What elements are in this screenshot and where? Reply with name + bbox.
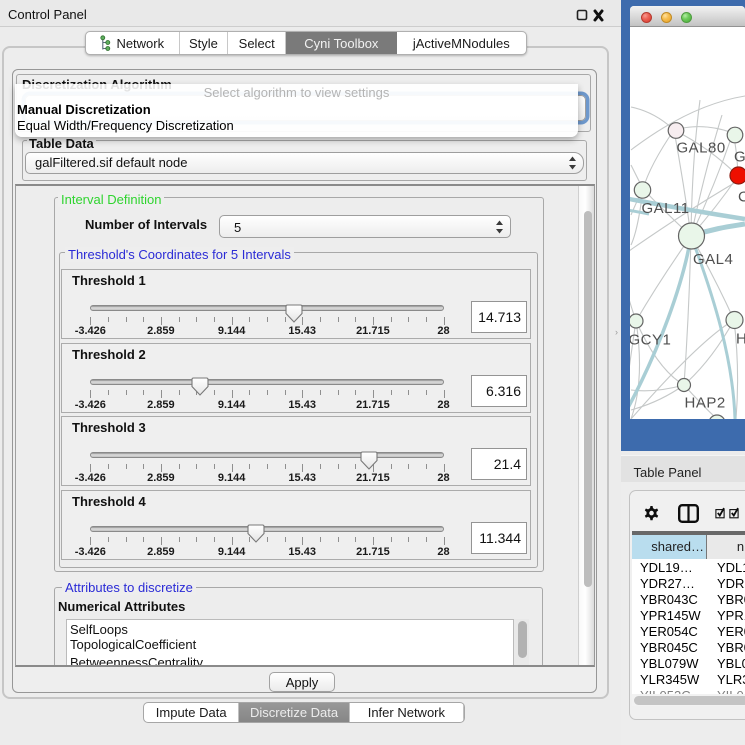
svg-text:H: H	[736, 331, 745, 348]
svg-text:C: C	[738, 189, 745, 206]
svg-text:GAL11: GAL11	[642, 200, 690, 217]
svg-text:GAL80: GAL80	[677, 140, 726, 157]
svg-text:GAL4: GAL4	[693, 251, 733, 268]
svg-text:GCY1: GCY1	[630, 332, 671, 349]
svg-text:GA: GA	[734, 149, 745, 166]
svg-text:HAP2: HAP2	[685, 395, 726, 412]
